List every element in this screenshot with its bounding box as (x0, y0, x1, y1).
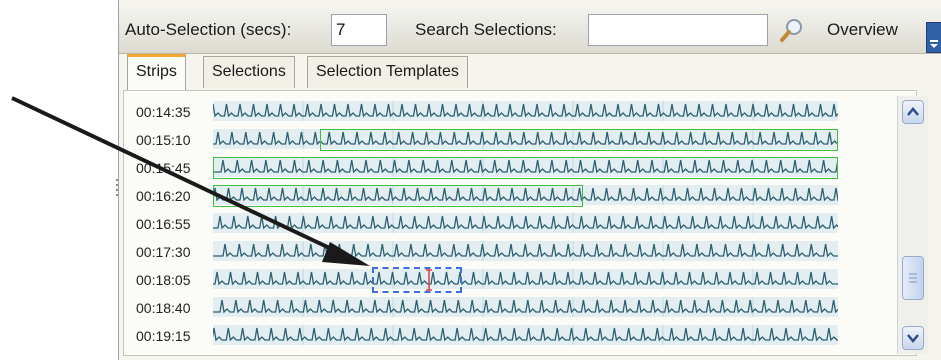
scroll-up-button[interactable] (902, 100, 924, 124)
strip-time-label: 00:18:05 (136, 272, 191, 288)
pin-icon[interactable] (926, 22, 941, 53)
strip-list: 00:14:35 00:15:10 00:15:45 00:16:20 00:1… (136, 97, 850, 347)
ecg-waveform[interactable] (213, 325, 838, 345)
active-selection-box[interactable] (372, 267, 462, 293)
strip-time-label: 00:17:30 (136, 244, 191, 260)
auto-selection-label: Auto-Selection (secs): (125, 20, 292, 39)
text-cursor-icon (426, 269, 432, 291)
ecg-waveform[interactable] (213, 297, 838, 317)
ecg-waveform[interactable] (213, 241, 838, 261)
splitter-grip-icon[interactable] (115, 177, 119, 199)
ecg-waveform[interactable] (213, 213, 838, 233)
strip-time-label: 00:18:40 (136, 300, 191, 316)
ecg-waveform[interactable] (213, 269, 838, 289)
selection-box[interactable] (320, 129, 838, 151)
selection-box[interactable] (213, 185, 583, 207)
selection-box[interactable] (213, 157, 838, 179)
strip-time-label: 00:16:55 (136, 216, 191, 232)
search-icon[interactable] (778, 16, 806, 44)
strip-time-label: 00:19:15 (136, 328, 191, 344)
search-selections-input[interactable] (588, 14, 768, 46)
ecg-waveform[interactable] (213, 101, 838, 121)
tab-selections[interactable]: Selections (203, 56, 295, 88)
strips-view: 00:14:35 00:15:10 00:15:45 00:16:20 00:1… (123, 90, 917, 356)
scroll-down-button[interactable] (902, 326, 924, 350)
chevron-down-icon (907, 334, 919, 343)
search-selections-label: Search Selections: (415, 20, 557, 39)
tab-strips[interactable]: Strips (127, 54, 186, 90)
strip-time-label: 00:15:10 (136, 132, 191, 148)
chevron-up-icon (907, 107, 919, 116)
vertical-scrollbar[interactable] (897, 96, 928, 354)
strip-time-label: 00:15:45 (136, 160, 191, 176)
auto-selection-input[interactable] (331, 14, 387, 46)
toolbar: Auto-Selection (secs): Search Selections… (119, 8, 941, 54)
tab-selection-templates[interactable]: Selection Templates (307, 56, 468, 88)
strip-time-label: 00:16:20 (136, 188, 191, 204)
strips-panel: Auto-Selection (secs): Search Selections… (118, 0, 941, 360)
scrollbar-thumb[interactable] (902, 256, 924, 300)
overview-button[interactable]: Overview (819, 12, 906, 48)
tab-bar: Strips Selections Selection Templates (119, 54, 941, 90)
strip-time-label: 00:14:35 (136, 104, 191, 120)
